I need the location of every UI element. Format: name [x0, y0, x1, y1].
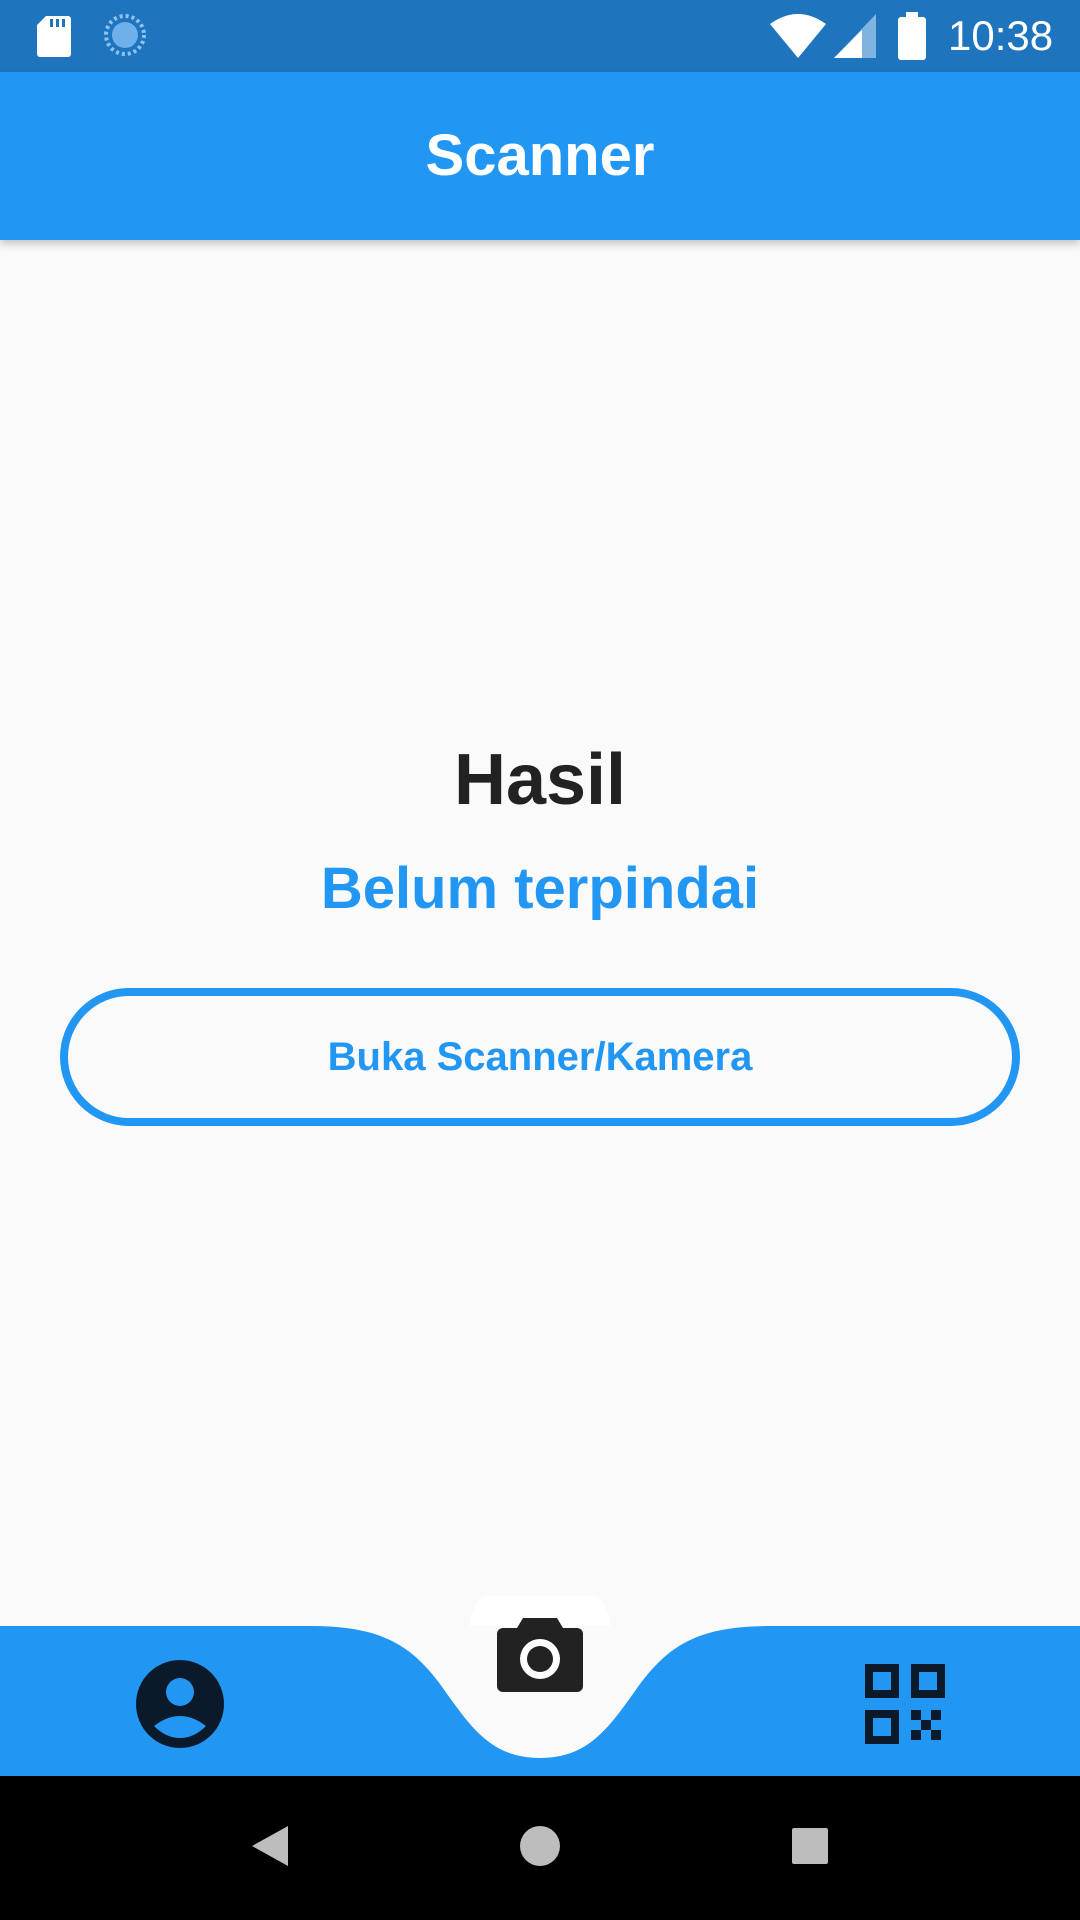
account-circle-icon [136, 1659, 224, 1753]
sd-card-icon [36, 14, 72, 63]
open-scanner-button[interactable]: Buka Scanner/Kamera [60, 988, 1020, 1126]
system-back-button[interactable] [238, 1816, 302, 1880]
status-bar: 10:38 [0, 0, 1080, 72]
wifi-icon [770, 14, 826, 63]
nav-item-camera[interactable] [490, 1606, 590, 1706]
camera-icon [495, 1614, 585, 1699]
system-recent-apps-button[interactable] [778, 1816, 842, 1880]
system-home-button[interactable] [508, 1816, 572, 1880]
app-bar: Scanner [0, 72, 1080, 240]
battery-icon [898, 12, 926, 65]
nav-item-qr[interactable] [855, 1656, 955, 1756]
qr-code-icon [865, 1663, 945, 1749]
recent-apps-square-icon [791, 1827, 829, 1870]
status-time: 10:38 [948, 12, 1054, 59]
bottom-navigation [0, 1596, 1080, 1776]
cell-signal-icon [834, 14, 876, 63]
result-heading: Hasil [453, 740, 627, 820]
main-content: Hasil Belum terpindai Buka Scanner/Kamer… [0, 240, 1080, 1626]
home-circle-icon [519, 1825, 561, 1872]
page-title: Scanner [425, 123, 655, 188]
back-triangle-icon [250, 1824, 290, 1873]
system-navigation-bar [0, 1776, 1080, 1920]
sync-icon [102, 12, 148, 63]
result-value: Belum terpindai [320, 856, 760, 921]
open-scanner-button-label: Buka Scanner/Kamera [327, 1034, 753, 1079]
nav-item-profile[interactable] [130, 1656, 230, 1756]
